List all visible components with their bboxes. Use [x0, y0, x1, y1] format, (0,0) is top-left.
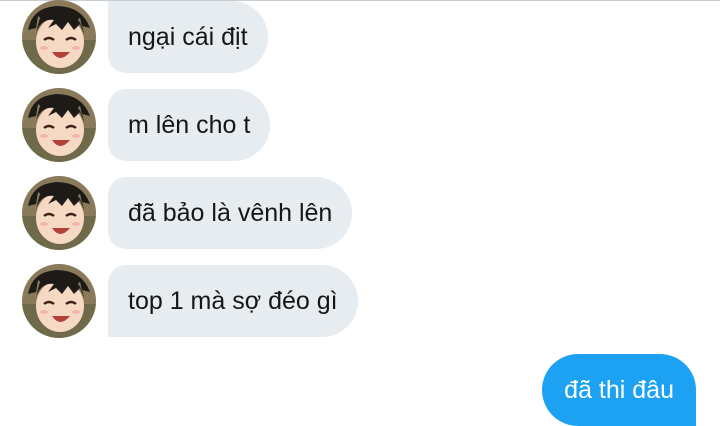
- anime-boy-avatar-icon: [22, 264, 96, 338]
- incoming-bubble[interactable]: ngại cái địt: [108, 1, 268, 73]
- sender-avatar[interactable]: [22, 0, 96, 74]
- incoming-message: đã bảo là vênh lên: [22, 176, 353, 250]
- incoming-message: ngại cái địt: [22, 0, 268, 74]
- anime-boy-avatar-icon: [22, 88, 96, 162]
- incoming-bubble[interactable]: m lên cho t: [108, 89, 271, 161]
- incoming-message: top 1 mà sợ đéo gì: [22, 264, 358, 338]
- anime-boy-avatar-icon: [22, 0, 96, 74]
- message-thread: ngại cái địt m lên cho t đã bảo là vênh …: [0, 0, 720, 426]
- anime-boy-avatar-icon: [22, 176, 96, 250]
- incoming-bubble[interactable]: đã bảo là vênh lên: [108, 177, 353, 249]
- incoming-message: m lên cho t: [22, 88, 271, 162]
- incoming-bubble[interactable]: top 1 mà sợ đéo gì: [108, 265, 358, 337]
- sender-avatar[interactable]: [22, 176, 96, 250]
- outgoing-bubble[interactable]: đã thi đâu: [542, 354, 696, 426]
- sender-avatar[interactable]: [22, 88, 96, 162]
- sender-avatar[interactable]: [22, 264, 96, 338]
